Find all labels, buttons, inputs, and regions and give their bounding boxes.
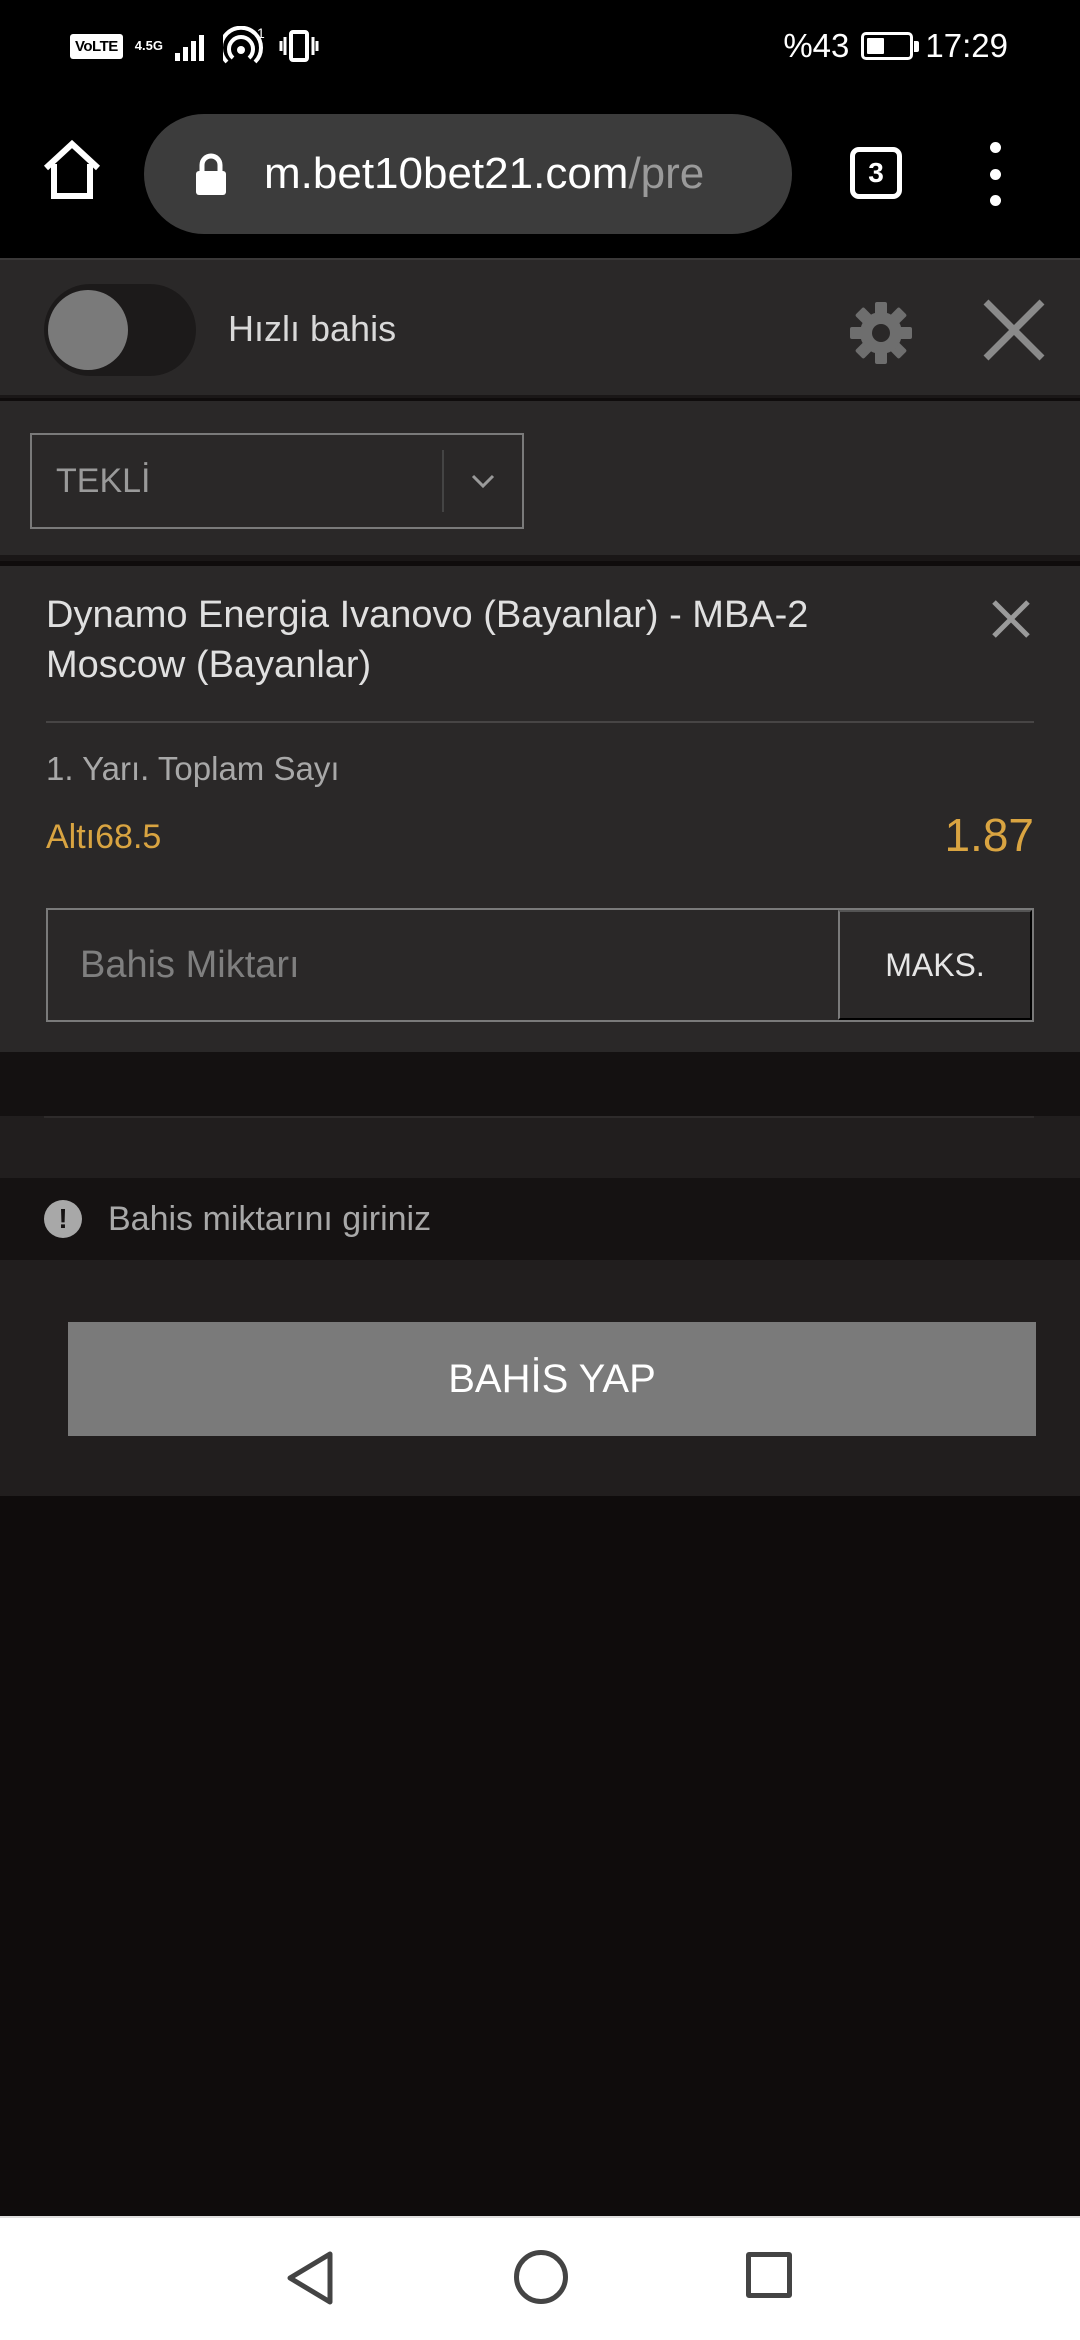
bet-type-area: TEKLİ xyxy=(0,401,1080,561)
quick-bet-label: Hızlı bahis xyxy=(228,308,397,349)
selection-name: Altı68.5 xyxy=(46,818,162,856)
url-text: m.bet10bet21.com/pre xyxy=(264,149,704,199)
status-icons-right: %43 17:29 xyxy=(783,22,1008,70)
toggle-knob xyxy=(48,290,128,370)
recent-apps-icon[interactable] xyxy=(746,2252,792,2298)
max-stake-button[interactable]: MAKS. xyxy=(838,910,1032,1020)
system-navigation-bar xyxy=(0,2216,1080,2340)
alert-icon: ! xyxy=(44,1200,82,1238)
home-circle-icon[interactable] xyxy=(514,2250,568,2304)
divider xyxy=(44,1116,1034,1118)
validation-message: ! Bahis miktarını giriniz xyxy=(0,1178,1080,1260)
network-type: 4.5G xyxy=(134,38,163,53)
odds-value: 1.87 xyxy=(944,809,1034,861)
spacer xyxy=(0,1052,1080,1116)
tab-count: 3 xyxy=(868,157,884,188)
place-bet-button[interactable]: BAHİS YAP xyxy=(68,1322,1036,1436)
match-title: Dynamo Energia Ivanovo (Bayanlar) - MBA-… xyxy=(46,594,809,686)
market-name: 1. Yarı. Toplam Sayı xyxy=(46,750,340,787)
stake-input[interactable] xyxy=(48,910,838,1020)
quick-bet-toggle[interactable] xyxy=(44,284,196,376)
url-host: m.bet10bet21.com xyxy=(264,149,629,198)
hotspot-count: 1 xyxy=(257,26,265,41)
battery-level xyxy=(867,38,885,54)
bet-type-value: TEKLİ xyxy=(56,461,151,500)
signal-icon xyxy=(174,35,204,61)
empty-row xyxy=(0,1116,1080,1178)
tab-switcher-button[interactable]: 3 xyxy=(850,147,902,199)
bet-slip-item: Dynamo Energia Ivanovo (Bayanlar) - MBA-… xyxy=(0,566,1080,1052)
chevron-down-icon xyxy=(444,435,522,527)
address-bar[interactable]: m.bet10bet21.com/pre xyxy=(144,114,792,234)
clock: 17:29 xyxy=(925,27,1008,64)
status-icons-left: VoLTE 4.5G 1 xyxy=(70,22,319,70)
volte-icon: VoLTE xyxy=(70,33,123,59)
url-path: /pre xyxy=(628,149,705,198)
battery-percent: %43 xyxy=(783,27,850,64)
bet-type-dropdown[interactable]: TEKLİ xyxy=(30,433,524,529)
back-icon[interactable] xyxy=(282,2248,338,2308)
remove-bet-icon[interactable] xyxy=(988,596,1034,642)
close-icon[interactable] xyxy=(980,296,1048,364)
stake-box: MAKS. xyxy=(46,908,1034,1022)
validation-text: Bahis miktarını giriniz xyxy=(108,1199,432,1238)
empty-area xyxy=(0,1496,1080,2216)
hotspot-icon: 1 xyxy=(222,26,265,64)
divider xyxy=(46,721,1034,723)
browser-toolbar: m.bet10bet21.com/pre 3 xyxy=(0,92,1080,258)
submit-area: BAHİS YAP xyxy=(0,1260,1080,1496)
vibrate-icon xyxy=(279,30,319,62)
status-bar: VoLTE 4.5G 1 %43 17:29 xyxy=(0,0,1080,92)
battery-icon xyxy=(861,32,920,60)
home-icon[interactable] xyxy=(40,138,104,202)
overflow-menu-icon[interactable] xyxy=(980,142,1010,206)
lock-icon xyxy=(196,153,226,195)
bet-slip-header: Hızlı bahis xyxy=(0,258,1080,398)
gear-icon[interactable] xyxy=(850,302,912,364)
